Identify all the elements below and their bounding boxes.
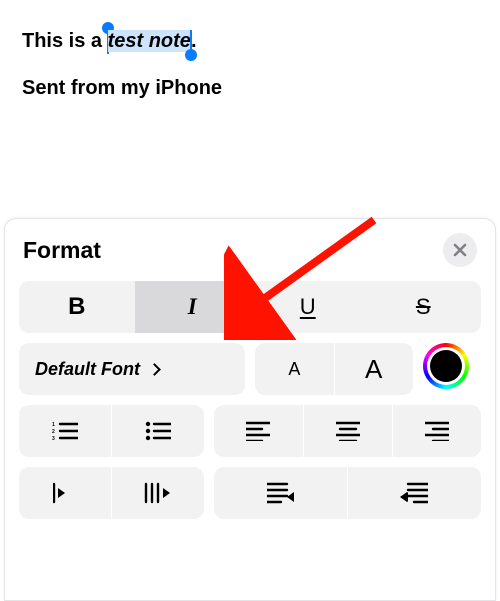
align-left-button[interactable] — [214, 405, 303, 457]
panel-header: Format — [5, 219, 495, 281]
font-picker-group: Default Font — [19, 343, 245, 395]
strike-button[interactable]: S — [366, 281, 482, 333]
first-line-left-button[interactable] — [19, 467, 111, 519]
align-center-icon — [336, 421, 360, 441]
text-prefix: This is a — [22, 30, 108, 52]
numbered-list-button[interactable]: 1 2 3 — [19, 405, 111, 457]
panel-title: Format — [23, 237, 101, 264]
font-label: Default Font — [19, 359, 175, 380]
align-center-button[interactable] — [303, 405, 392, 457]
font-name: Default Font — [35, 359, 140, 380]
close-icon — [453, 243, 467, 257]
italic-button[interactable]: I — [135, 281, 251, 333]
indent-row — [19, 467, 481, 519]
font-picker-button[interactable]: Default Font — [19, 343, 245, 395]
list-align-row: 1 2 3 — [19, 405, 481, 457]
svg-text:2: 2 — [52, 429, 55, 435]
size-group: A A — [255, 343, 413, 395]
font-row: Default Font A A — [19, 343, 481, 395]
indent-button[interactable] — [348, 467, 481, 519]
first-line-left-icon — [53, 482, 77, 504]
italic-icon: I — [188, 294, 197, 320]
numbered-list-icon: 1 2 3 — [52, 420, 78, 442]
small-a-icon: A — [288, 359, 300, 380]
format-panel: Format B I U S Default Font — [4, 218, 496, 601]
chevron-right-icon — [148, 363, 161, 376]
text-line-1[interactable]: This is a test note . — [22, 30, 478, 53]
align-group — [214, 405, 481, 457]
text-selection[interactable]: test note — [108, 30, 191, 53]
selection-handle-right[interactable] — [185, 49, 197, 61]
style-row: B I U S — [19, 281, 481, 333]
bullet-list-icon — [145, 420, 171, 442]
big-a-icon: A — [365, 354, 382, 385]
underline-icon: U — [300, 294, 316, 320]
increase-size-button[interactable]: A — [334, 343, 413, 395]
style-group: B I U S — [19, 281, 481, 333]
align-right-button[interactable] — [392, 405, 481, 457]
align-left-icon — [246, 421, 270, 441]
indent-icon — [400, 482, 428, 504]
current-color-swatch — [430, 350, 462, 382]
selected-text[interactable]: test note — [108, 30, 191, 52]
strike-icon: S — [416, 294, 431, 320]
editor-content[interactable]: This is a test note . Sent from my iPhon… — [0, 0, 500, 130]
first-line-right-button[interactable] — [112, 467, 204, 519]
svg-text:1: 1 — [52, 422, 55, 428]
bold-button[interactable]: B — [19, 281, 135, 333]
decrease-size-button[interactable]: A — [255, 343, 334, 395]
first-line-right-icon — [143, 482, 173, 504]
bold-icon: B — [68, 293, 85, 321]
signature-text[interactable]: Sent from my iPhone — [22, 77, 478, 100]
color-ring-inner — [427, 347, 465, 385]
bullet-list-button[interactable] — [112, 405, 204, 457]
color-picker-button[interactable] — [423, 343, 469, 389]
align-right-icon — [425, 421, 449, 441]
close-button[interactable] — [443, 233, 477, 267]
outdent-button[interactable] — [214, 467, 347, 519]
underline-button[interactable]: U — [250, 281, 366, 333]
outdent-icon — [267, 482, 295, 504]
indent-group-a — [19, 467, 204, 519]
svg-text:3: 3 — [52, 436, 55, 442]
list-group: 1 2 3 — [19, 405, 204, 457]
indent-group-b — [214, 467, 481, 519]
